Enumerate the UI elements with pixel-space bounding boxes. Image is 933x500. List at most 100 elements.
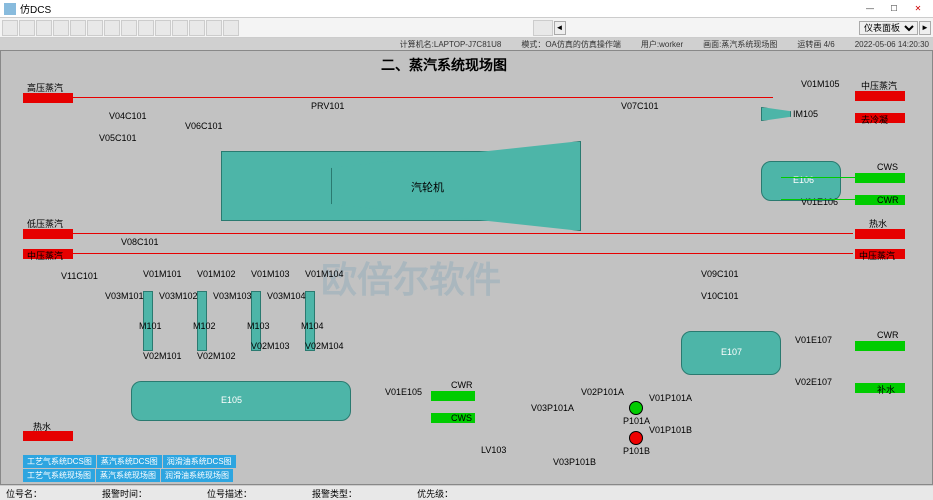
title-bar: 仿DCS — ☐ ✕ [0, 0, 933, 18]
turbine-label: 汽轮机 [411, 179, 444, 195]
mp-steam-label-top: 中压蒸汽 [861, 79, 897, 92]
prev-page-button[interactable]: ◄ [554, 21, 566, 35]
cwr-label-1: CWR [877, 195, 899, 205]
v10c101-label: V10C101 [701, 291, 739, 301]
nav-lube-field[interactable]: 润滑油系统现场图 [161, 469, 233, 482]
hot-water-arrow-r [855, 229, 905, 239]
lp-steam-arrow [23, 229, 73, 239]
status-bar: 位号名： 报警时间： 位号描述： 报警类型： 优先级： [0, 485, 933, 500]
maximize-button[interactable]: ☐ [883, 2, 905, 16]
info-user: 用户:worker [641, 39, 683, 50]
lv103-label: LV103 [481, 445, 506, 455]
toolbar-btn-6[interactable] [87, 20, 103, 36]
line-cwr1 [781, 199, 855, 200]
v02m103-label: V02M103 [251, 341, 290, 351]
v06c101-label: V06C101 [185, 121, 223, 131]
window-buttons: — ☐ ✕ [859, 2, 929, 16]
v03p101a-label: V03P101A [531, 403, 574, 413]
v03p101b-label: V03P101B [553, 457, 596, 467]
v02m104-label: V02M104 [305, 341, 344, 351]
line-mp [73, 253, 853, 254]
process-canvas: 二、蒸汽系统现场图 欧倍尔软件 高压蒸汽 中压蒸汽 去冷凝 低压蒸汽 中压蒸汽 … [0, 50, 933, 485]
cws-label-e105: CWS [451, 413, 472, 423]
toolbar-btn-5[interactable] [70, 20, 86, 36]
cwr-label-e105: CWR [451, 380, 473, 390]
v01m105-label: V01M105 [801, 79, 840, 89]
hp-steam-arrow [23, 93, 73, 103]
toolbar-btn-14[interactable] [223, 20, 239, 36]
v11c101-label: V11C101 [61, 271, 98, 281]
v01e105-label: V01E105 [385, 387, 422, 397]
v02p101a-label: V02P101A [581, 387, 624, 397]
v03m102-label: V03M102 [159, 291, 198, 301]
to-cond-label: 去冷凝 [861, 113, 888, 126]
p101b-label: P101B [623, 446, 650, 456]
toolbar-chart-icon[interactable] [533, 20, 553, 36]
v02m102-label: V02M102 [197, 351, 236, 361]
toolbar-btn-7[interactable] [104, 20, 120, 36]
toolbar-btn-8[interactable] [121, 20, 137, 36]
mp-steam-in-arrow [855, 91, 905, 101]
v01m102-label: V01M102 [197, 269, 236, 279]
v01p101a-label: V01P101A [649, 393, 692, 403]
info-page: 运转画 4/6 [797, 39, 834, 50]
nav-steam-field[interactable]: 蒸汽系统现场图 [96, 469, 160, 482]
v08c101-label: V08C101 [121, 237, 159, 247]
nav-process-field[interactable]: 工艺气系统现场图 [23, 469, 95, 482]
window-title: 仿DCS [20, 1, 859, 16]
v03m103-label: V03M103 [213, 291, 252, 301]
e107-label: E107 [721, 347, 742, 357]
close-button[interactable]: ✕ [907, 2, 929, 16]
info-screen: 画面:蒸汽系统现场图 [703, 39, 777, 50]
status-priority: 优先级： [417, 487, 453, 500]
toolbar-btn-10[interactable] [155, 20, 171, 36]
nav-lube-dcs[interactable]: 润滑油系统DCS图 [163, 455, 236, 468]
v04c101-label: V04C101 [109, 111, 147, 121]
panel-dropdown[interactable]: 仪表面板 [859, 21, 918, 35]
minimize-button[interactable]: — [859, 2, 881, 16]
v03m101-label: V03M101 [105, 291, 144, 301]
line-cws1 [781, 177, 855, 178]
nav-process-dcs[interactable]: 工艺气系统DCS图 [23, 455, 96, 468]
next-page-button[interactable]: ► [919, 21, 931, 35]
m101-label: M101 [139, 321, 162, 331]
cwr-arrow-e107 [855, 341, 905, 351]
im105[interactable] [761, 107, 791, 121]
cwr-arrow-e105 [431, 391, 475, 401]
hot-water-label-r: 热水 [869, 217, 887, 230]
v05c101-label: V05C101 [99, 133, 137, 143]
toolbar-btn-3[interactable] [36, 20, 52, 36]
toolbar-btn-9[interactable] [138, 20, 154, 36]
p101a[interactable] [629, 401, 643, 415]
cws-arrow-1 [855, 173, 905, 183]
info-bar: 计算机名:LAPTOP-J7C81U8 模式：OA仿真的仿真操作端 用户:wor… [0, 38, 933, 50]
makeup-label: 补水 [877, 383, 895, 396]
info-pc: 计算机名:LAPTOP-J7C81U8 [400, 39, 502, 50]
toolbar-btn-1[interactable] [2, 20, 18, 36]
toolbar-btn-4[interactable] [53, 20, 69, 36]
diagram-title: 二、蒸汽系统现场图 [381, 55, 507, 75]
mp-steam-label2: 中压蒸汽 [27, 249, 63, 262]
toolbar-btn-2[interactable] [19, 20, 35, 36]
v09c101-label: V09C101 [701, 269, 739, 279]
v01e107-label: V01E107 [795, 335, 832, 345]
toolbar: ◄ 仪表面板 ► [0, 18, 933, 38]
toolbar-btn-12[interactable] [189, 20, 205, 36]
cwr-label-e107: CWR [877, 330, 899, 340]
v02e107-label: V02E107 [795, 377, 832, 387]
status-alarm-time: 报警时间： [102, 487, 147, 500]
line-lp [73, 233, 853, 234]
v01m104-label: V01M104 [305, 269, 344, 279]
toolbar-btn-13[interactable] [206, 20, 222, 36]
m103-label: M103 [247, 321, 270, 331]
e105-label: E105 [221, 395, 242, 405]
nav-steam-dcs[interactable]: 蒸汽系统DCS图 [97, 455, 162, 468]
app-icon [4, 3, 16, 15]
mp-steam-label-r: 中压蒸汽 [859, 249, 895, 262]
prv101-label: PRV101 [311, 101, 344, 111]
m102-label: M102 [193, 321, 216, 331]
line-hp [73, 97, 773, 98]
info-time: 2022-05-06 14:20:30 [855, 40, 929, 49]
p101b[interactable] [629, 431, 643, 445]
toolbar-btn-11[interactable] [172, 20, 188, 36]
